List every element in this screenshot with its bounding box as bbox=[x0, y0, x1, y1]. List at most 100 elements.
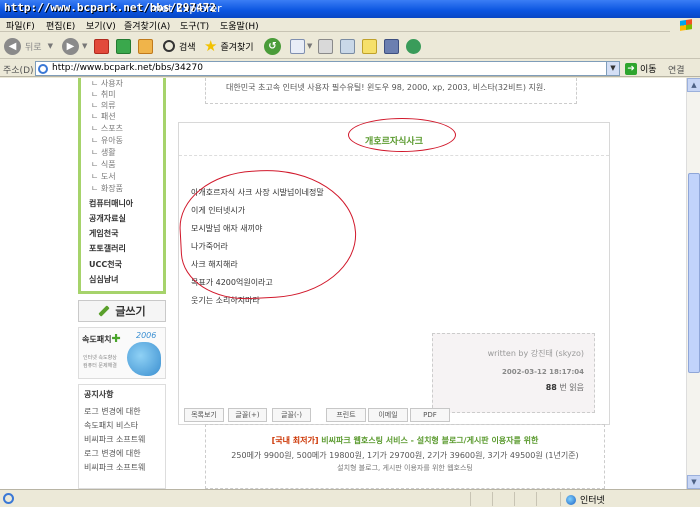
security-zone: 인터넷 bbox=[566, 493, 605, 506]
home-button[interactable] bbox=[138, 36, 153, 56]
list-button[interactable]: 목록보기 bbox=[184, 408, 224, 422]
notice-item[interactable]: 로그 변경에 대한 bbox=[84, 406, 166, 417]
windows-logo bbox=[670, 18, 700, 32]
menu-help[interactable]: 도움말(H) bbox=[220, 19, 259, 32]
category-main-item[interactable]: 심심남녀 bbox=[89, 274, 118, 285]
links-button[interactable]: 연결 bbox=[668, 63, 685, 76]
status-segment bbox=[492, 492, 512, 506]
go-button[interactable]: ➜ 이동 bbox=[625, 62, 657, 75]
address-label: 주소(D) bbox=[3, 66, 34, 76]
category-main-item[interactable]: UCC천국 bbox=[89, 259, 122, 270]
star-icon: ★ bbox=[204, 37, 218, 55]
favorites-label: 즐겨찾기 bbox=[220, 42, 254, 53]
back-button[interactable]: ◀ 뒤로 ▼ bbox=[4, 36, 53, 56]
chevron-down-icon[interactable]: ▼ bbox=[606, 62, 619, 75]
ad-box: [국내 최저가] 비씨파크 웹호스팅 서비스 - 설치형 블로그/게시판 이용자… bbox=[205, 424, 605, 489]
category-sub-item[interactable]: ㄴ 사용자 bbox=[91, 78, 123, 89]
email-button[interactable]: 이메일 bbox=[368, 408, 408, 422]
vertical-scrollbar[interactable]: ▲ ▼ bbox=[686, 78, 700, 489]
category-main-item[interactable]: 포토갤러리 bbox=[89, 243, 126, 254]
history-icon: ↺ bbox=[264, 37, 281, 55]
write-button[interactable]: 글쓰기 bbox=[78, 300, 166, 322]
notice-item[interactable]: 로그 변경에 대한 bbox=[84, 448, 166, 459]
go-arrow-icon: ➜ bbox=[625, 62, 637, 75]
ie-page-icon bbox=[38, 64, 48, 74]
scroll-down-icon[interactable]: ▼ bbox=[687, 475, 700, 489]
search-button[interactable]: 검색 bbox=[163, 36, 196, 56]
edit-icon bbox=[340, 38, 355, 54]
font-increase-button[interactable]: 글꼴(+) bbox=[228, 408, 267, 422]
mail-icon bbox=[290, 38, 305, 54]
category-main-item[interactable]: 공개자료실 bbox=[89, 213, 126, 224]
research-button[interactable] bbox=[384, 36, 399, 56]
plus-icon: ✚ bbox=[111, 332, 121, 345]
category-sub-item[interactable]: ㄴ 유아동 bbox=[91, 135, 123, 146]
speed-patch-banner[interactable]: 속도패치✚ 2006 인터넷 속도향상 컴퓨터 문제해결 bbox=[78, 327, 166, 379]
address-bar: 주소(D) http://www.bcpark.net/bbs/34270 ▼ … bbox=[0, 60, 700, 77]
edit-button[interactable] bbox=[340, 36, 355, 56]
discuss-button[interactable] bbox=[362, 36, 377, 56]
title-bar: http://www.bcpark.net/bbs/297472 rnet Ex… bbox=[0, 0, 700, 18]
status-bar: 인터넷 bbox=[0, 489, 700, 507]
ad-prices: 250메가 9900원, 500메가 19800원, 1기가 29700원, 2… bbox=[231, 451, 579, 460]
refresh-button[interactable] bbox=[116, 36, 131, 56]
chevron-down-icon: ▼ bbox=[47, 42, 53, 50]
back-arrow-icon: ◀ bbox=[4, 37, 21, 55]
category-main-item[interactable]: 컴퓨터매니아 bbox=[89, 198, 133, 209]
menu-favorites[interactable]: 즐겨찾기(A) bbox=[124, 19, 170, 32]
post-date: 2002-03-12 18:17:04 bbox=[501, 368, 584, 376]
search-label: 검색 bbox=[179, 42, 196, 53]
print-page-button[interactable]: 프린트 bbox=[326, 408, 366, 422]
notice-title: 공지사항 bbox=[84, 390, 114, 399]
font-decrease-button[interactable]: 글꼴(-) bbox=[272, 408, 311, 422]
notice-item[interactable]: 비씨파크 소프트웨 bbox=[84, 434, 166, 445]
menu-view[interactable]: 보기(V) bbox=[86, 19, 116, 32]
menu-edit[interactable]: 편집(E) bbox=[46, 19, 75, 32]
research-icon bbox=[384, 38, 399, 54]
page-content: ㄴ 사용자 ㄴ 취미 ㄴ 의류 ㄴ 패션 ㄴ 스포츠 ㄴ 유아동 ㄴ 생활 ㄴ … bbox=[0, 78, 686, 489]
pdf-button[interactable]: PDF bbox=[410, 408, 450, 422]
menu-bar: 파일(F) 편집(E) 보기(V) 즐겨찾기(A) 도구(T) 도움말(H) bbox=[0, 18, 700, 32]
status-segment bbox=[470, 492, 490, 506]
title-annotation-circle bbox=[348, 118, 456, 152]
dolphin-mascot-icon bbox=[127, 342, 161, 376]
top-notice-text[interactable]: 대한민국 초고속 인터넷 사용자 필수유틸! 윈도우 98, 2000, xp,… bbox=[226, 82, 546, 93]
chevron-down-icon: ▼ bbox=[307, 42, 313, 50]
pencil-icon bbox=[98, 305, 110, 317]
category-sub-item[interactable]: ㄴ 도서 bbox=[91, 171, 116, 182]
ie-status-icon bbox=[3, 493, 14, 504]
print-button[interactable] bbox=[318, 36, 333, 56]
notice-item[interactable]: 비씨파크 소프트웨 bbox=[84, 462, 166, 473]
category-sub-item[interactable]: ㄴ 의류 bbox=[91, 100, 116, 111]
category-sub-item[interactable]: ㄴ 식품 bbox=[91, 159, 116, 170]
stop-button[interactable] bbox=[94, 36, 109, 56]
address-input[interactable]: http://www.bcpark.net/bbs/34270 ▼ bbox=[35, 61, 620, 76]
stop-icon bbox=[94, 38, 109, 54]
scroll-thumb[interactable] bbox=[688, 173, 700, 373]
scroll-up-icon[interactable]: ▲ bbox=[687, 78, 700, 92]
forward-button[interactable]: ▶ ▼ bbox=[62, 36, 87, 56]
category-sub-item[interactable]: ㄴ 생활 bbox=[91, 147, 116, 158]
ad-extra: 설치형 블로그, 게시판 이용자를 위한 웹호스팅 bbox=[337, 464, 473, 472]
category-sub-item[interactable]: ㄴ 패션 bbox=[91, 111, 116, 122]
messenger-icon bbox=[406, 38, 421, 54]
ad-headline[interactable]: [국내 최저가] 비씨파크 웹호스팅 서비스 - 설치형 블로그/게시판 이용자… bbox=[206, 435, 604, 446]
category-sub-item[interactable]: ㄴ 스포츠 bbox=[91, 123, 123, 134]
category-sub-item[interactable]: ㄴ 화장품 bbox=[91, 183, 123, 194]
toolbar: ◀ 뒤로 ▼ ▶ ▼ 검색 ★ 즐겨찾기 ↺ ▼ bbox=[0, 33, 700, 59]
note-icon bbox=[362, 38, 377, 54]
notice-item[interactable]: 속도패치 비스타 bbox=[84, 420, 166, 431]
mail-button[interactable]: ▼ bbox=[290, 36, 312, 56]
menu-file[interactable]: 파일(F) bbox=[6, 19, 35, 32]
menu-tools[interactable]: 도구(T) bbox=[180, 19, 209, 32]
favorites-button[interactable]: ★ 즐겨찾기 bbox=[204, 36, 254, 56]
search-icon bbox=[163, 40, 175, 52]
category-sub-item[interactable]: ㄴ 취미 bbox=[91, 89, 116, 100]
speed-patch-desc: 컴퓨터 문제해결 bbox=[83, 363, 117, 369]
messenger-button[interactable] bbox=[406, 36, 421, 56]
history-button[interactable]: ↺ bbox=[264, 36, 281, 56]
home-icon bbox=[138, 38, 153, 54]
category-main-item[interactable]: 게임천국 bbox=[89, 228, 118, 239]
post-signature: written by 강진태 (skyzo) 2002-03-12 18:17:… bbox=[432, 333, 595, 413]
status-segment bbox=[536, 492, 556, 506]
